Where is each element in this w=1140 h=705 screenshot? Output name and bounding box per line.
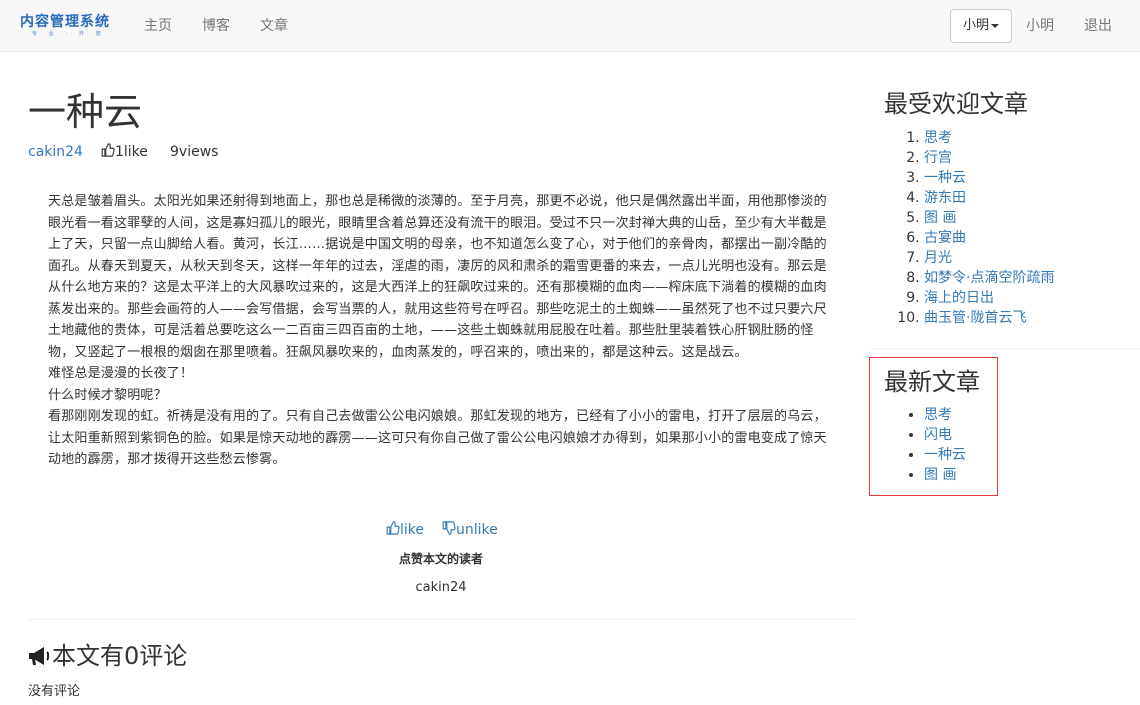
article-paragraph: 看那刚刚发现的虹。祈祷是没有用的了。只有自己去做雷公公电闪娘娘。那虹发现的地方，… [48,409,827,467]
latest-articles-list: 思考 闪电 一种云 图 画 [884,405,966,485]
list-item: 图 画 [924,208,1054,228]
list-item: 闪电 [924,425,966,445]
thumbs-up-icon [386,521,400,535]
article-view-count: 9views [170,144,219,160]
list-item: 图 画 [924,465,966,485]
list-item: 古宴曲 [924,228,1054,248]
popular-article-link[interactable]: 曲玉管·陇首云飞 [924,310,1026,326]
unlike-button[interactable]: unlike [441,520,498,540]
thumbs-up-icon [101,143,115,157]
comments-heading: 本文有0评论 [28,640,187,672]
megaphone-icon [29,647,50,665]
latest-article-link[interactable]: 思考 [924,407,952,423]
reader-name: cakin24 [415,580,467,595]
popular-article-link[interactable]: 古宴曲 [924,230,966,246]
latest-article-link[interactable]: 图 画 [924,467,956,483]
article-paragraph: 难怪总是漫漫的长夜了！ [48,366,194,381]
latest-article-link[interactable]: 一种云 [924,447,966,463]
list-item: 思考 [924,405,966,425]
article-author-link[interactable]: cakin24 [28,142,83,162]
popular-articles-list: 思考 行宫 一种云 游东田 图 画 古宴曲 月光 如梦令·点滴空阶疏雨 海上的日… [884,128,1054,328]
popular-article-link[interactable]: 如梦令·点滴空阶疏雨 [924,270,1054,286]
thumbs-down-icon [442,521,456,535]
nav-link-blog[interactable]: 博客 [202,16,230,36]
popular-article-link[interactable]: 月光 [924,250,952,266]
article-body: 天总是皱着眉头。太阳光如果还射得到地面上，那也总是稀微的淡薄的。至于月亮，那更不… [48,191,838,471]
popular-article-link[interactable]: 思考 [924,130,952,146]
latest-articles-heading: 最新文章 [884,368,980,396]
user-dropdown-label: 小明 [962,18,989,33]
latest-articles-panel: 最新文章 思考 闪电 一种云 图 画 [869,357,998,496]
latest-article-link[interactable]: 闪电 [924,427,952,443]
brand-subtitle: 专 业 · 开 放 [32,31,106,37]
list-item: 游东田 [924,188,1054,208]
list-item: 月光 [924,248,1054,268]
like-count-text: 1like [115,144,148,160]
divider [28,619,854,620]
navbar: 内容管理系统 专 业 · 开 放 主页 博客 文章 小明 小明 退出 [0,0,1140,52]
article-paragraph: 天总是皱着眉头。太阳光如果还射得到地面上，那也总是稀微的淡薄的。至于月亮，那更不… [48,194,827,360]
nav-link-logout[interactable]: 退出 [1084,16,1112,36]
like-button-label: like [400,522,425,538]
brand-logo[interactable]: 内容管理系统 专 业 · 开 放 [20,13,112,41]
unlike-button-label: unlike [456,522,498,538]
article-title: 一种云 [28,90,143,134]
readers-heading: 点赞本文的读者 [398,552,483,566]
brand-name: 内容管理系统 [20,14,110,30]
list-item: 思考 [924,128,1054,148]
article-paragraph: 什么时候才黎明呢？ [48,387,167,403]
divider [870,348,1140,349]
list-item: 行宫 [924,148,1054,168]
list-item: 一种云 [924,445,966,465]
popular-article-link[interactable]: 一种云 [924,170,966,186]
popular-articles-heading: 最受欢迎文章 [884,90,1028,118]
popular-article-link[interactable]: 行宫 [924,150,952,166]
nav-link-home[interactable]: 主页 [144,16,172,36]
caret-down-icon [991,23,999,28]
nav-link-user[interactable]: 小明 [1026,16,1054,36]
like-button[interactable]: like [385,520,424,540]
list-item: 一种云 [924,168,1054,188]
popular-article-link[interactable]: 图 画 [924,210,956,226]
list-item: 曲玉管·陇首云飞 [924,308,1054,328]
no-comments-text: 没有评论 [28,684,81,699]
article-like-count: 1like [100,142,148,162]
user-dropdown-button[interactable]: 小明 [950,9,1012,43]
nav-link-articles[interactable]: 文章 [260,16,288,36]
list-item: 如梦令·点滴空阶疏雨 [924,268,1054,288]
popular-article-link[interactable]: 海上的日出 [924,290,994,306]
list-item: 海上的日出 [924,288,1054,308]
comments-heading-text: 本文有0评论 [52,642,188,670]
popular-article-link[interactable]: 游东田 [924,190,966,206]
